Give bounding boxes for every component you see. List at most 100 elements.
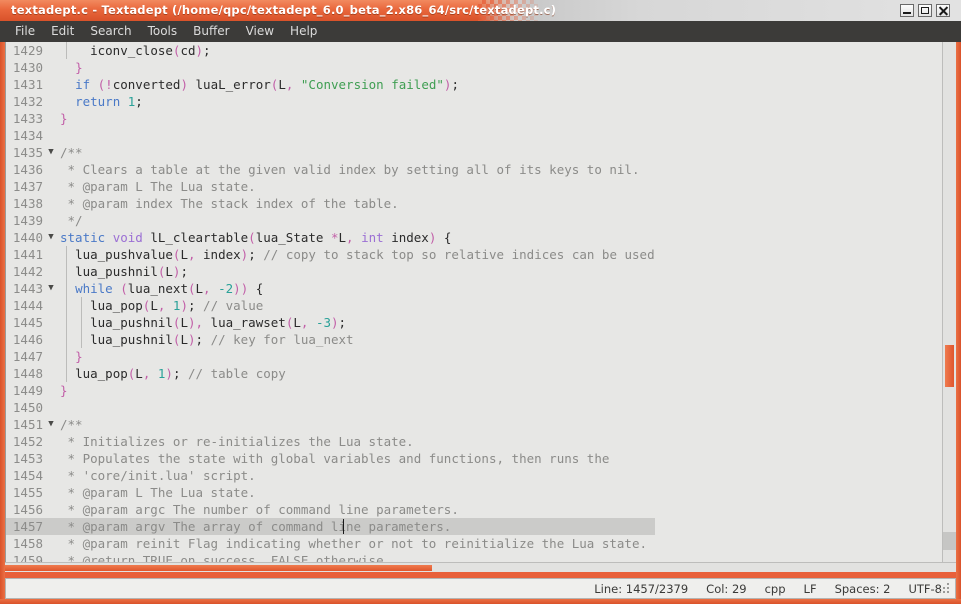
column-position: Col: 29 xyxy=(697,582,755,596)
menu-item-file[interactable]: File xyxy=(7,22,43,41)
code-text: } xyxy=(58,110,68,127)
maximize-button[interactable] xyxy=(918,4,932,17)
code-line[interactable]: 1439 */ xyxy=(6,212,655,229)
horizontal-scrollbar-thumb[interactable] xyxy=(5,565,432,571)
code-line[interactable]: 1456 * @param argc The number of command… xyxy=(6,501,655,518)
code-text: * @param argc The number of command line… xyxy=(58,501,459,518)
code-line[interactable]: 1447 } xyxy=(6,348,655,365)
menu-item-view[interactable]: View xyxy=(238,22,282,41)
minimize-button[interactable] xyxy=(900,4,914,17)
code-line[interactable]: 1440▼static void lL_cleartable(lua_State… xyxy=(6,229,655,246)
scrollbar-marker xyxy=(943,532,956,550)
code-line[interactable]: 1432 return 1; xyxy=(6,93,655,110)
resize-grip[interactable] xyxy=(939,583,953,597)
window-title: textadept.c - Textadept (/home/qpc/texta… xyxy=(11,3,556,17)
line-number: 1434 xyxy=(6,127,44,144)
code-text: } xyxy=(58,382,68,399)
vertical-scrollbar-thumb[interactable] xyxy=(945,345,954,387)
code-editor[interactable]: 1429 iconv_close(cd);1430 }1431 if (!con… xyxy=(5,42,956,572)
code-text: * @param index The stack index of the ta… xyxy=(58,195,399,212)
code-text: * 'core/init.lua' script. xyxy=(58,467,256,484)
code-text: iconv_close(cd); xyxy=(58,42,211,59)
code-lines-container: 1429 iconv_close(cd);1430 }1431 if (!con… xyxy=(6,42,655,572)
line-number: 1450 xyxy=(6,399,44,416)
code-line[interactable]: 1441 lua_pushvalue(L, index); // copy to… xyxy=(6,246,655,263)
code-line[interactable]: 1457 * @param argv The array of command … xyxy=(6,518,655,535)
vertical-scrollbar[interactable] xyxy=(942,42,956,572)
code-line[interactable]: 1438 * @param index The stack index of t… xyxy=(6,195,655,212)
line-number: 1449 xyxy=(6,382,44,399)
menu-item-help[interactable]: Help xyxy=(282,22,325,41)
line-number: 1447 xyxy=(6,348,44,365)
fold-arrow-icon[interactable]: ▼ xyxy=(44,229,58,246)
code-text: */ xyxy=(58,212,83,229)
line-number: 1452 xyxy=(6,433,44,450)
code-line[interactable]: 1458 * @param reinit Flag indicating whe… xyxy=(6,535,655,552)
line-number: 1451 xyxy=(6,416,44,433)
line-number: 1446 xyxy=(6,331,44,348)
code-line[interactable]: 1430 } xyxy=(6,59,655,76)
line-number: 1440 xyxy=(6,229,44,246)
code-line[interactable]: 1449} xyxy=(6,382,655,399)
code-text: lua_pushvalue(L, index); // copy to stac… xyxy=(58,246,655,263)
code-text: /** xyxy=(58,416,83,433)
code-text: * @param L The Lua state. xyxy=(58,178,256,195)
code-text: } xyxy=(58,348,83,365)
code-line[interactable]: 1451▼/** xyxy=(6,416,655,433)
fold-arrow-icon[interactable]: ▼ xyxy=(44,280,58,297)
indent-guide xyxy=(66,297,67,314)
indent-guide xyxy=(81,331,82,348)
code-line[interactable]: 1450 xyxy=(6,399,655,416)
menu-item-buffer[interactable]: Buffer xyxy=(185,22,237,41)
code-line[interactable]: 1452 * Initializes or re-initializes the… xyxy=(6,433,655,450)
line-number: 1456 xyxy=(6,501,44,518)
line-number: 1442 xyxy=(6,263,44,280)
line-number: 1453 xyxy=(6,450,44,467)
menu-item-edit[interactable]: Edit xyxy=(43,22,82,41)
code-line[interactable]: 1442 lua_pushnil(L); xyxy=(6,263,655,280)
code-line[interactable]: 1448 lua_pop(L, 1); // table copy xyxy=(6,365,655,382)
line-number: 1458 xyxy=(6,535,44,552)
close-button[interactable] xyxy=(936,4,950,17)
code-line[interactable]: 1436 * Clears a table at the given valid… xyxy=(6,161,655,178)
fold-arrow-icon[interactable]: ▼ xyxy=(44,416,58,433)
code-line[interactable]: 1446 lua_pushnil(L); // key for lua_next xyxy=(6,331,655,348)
window-border-right xyxy=(956,42,961,604)
line-number: 1431 xyxy=(6,76,44,93)
code-line[interactable]: 1437 * @param L The Lua state. xyxy=(6,178,655,195)
code-line[interactable]: 1445 lua_pushnil(L), lua_rawset(L, -3); xyxy=(6,314,655,331)
line-number: 1430 xyxy=(6,59,44,76)
status-bar: Line: 1457/2379Col: 29cppLFSpaces: 2UTF-… xyxy=(585,578,951,599)
code-line[interactable]: 1453 * Populates the state with global v… xyxy=(6,450,655,467)
code-line[interactable]: 1455 * @param L The Lua state. xyxy=(6,484,655,501)
code-line[interactable]: 1434 xyxy=(6,127,655,144)
fold-arrow-icon[interactable]: ▼ xyxy=(44,144,58,161)
code-line[interactable]: 1443▼ while (lua_next(L, -2)) { xyxy=(6,280,655,297)
code-text: if (!converted) luaL_error(L, "Conversio… xyxy=(58,76,459,93)
code-line[interactable]: 1454 * 'core/init.lua' script. xyxy=(6,467,655,484)
menu-item-search[interactable]: Search xyxy=(82,22,139,41)
code-text: lua_pushnil(L); // key for lua_next xyxy=(58,331,354,348)
code-line[interactable]: 1444 lua_pop(L, 1); // value xyxy=(6,297,655,314)
code-text: } xyxy=(58,59,83,76)
text-caret xyxy=(343,519,344,534)
title-bar[interactable]: textadept.c - Textadept (/home/qpc/texta… xyxy=(0,0,961,21)
indent-guide xyxy=(66,42,67,59)
application-window: textadept.c - Textadept (/home/qpc/texta… xyxy=(0,0,961,604)
menu-item-tools[interactable]: Tools xyxy=(140,22,186,41)
lexer-language: cpp xyxy=(756,582,795,596)
line-number: 1455 xyxy=(6,484,44,501)
line-number: 1448 xyxy=(6,365,44,382)
indent-guide xyxy=(81,297,82,314)
line-number: 1435 xyxy=(6,144,44,161)
code-text: lua_pop(L, 1); // table copy xyxy=(58,365,286,382)
code-line[interactable]: 1433} xyxy=(6,110,655,127)
code-line[interactable]: 1435▼/** xyxy=(6,144,655,161)
line-number: 1457 xyxy=(6,518,44,535)
code-line[interactable]: 1431 if (!converted) luaL_error(L, "Conv… xyxy=(6,76,655,93)
code-line[interactable]: 1429 iconv_close(cd); xyxy=(6,42,655,59)
line-number: 1432 xyxy=(6,93,44,110)
line-number: 1441 xyxy=(6,246,44,263)
window-border-bottom xyxy=(0,599,961,604)
horizontal-scrollbar[interactable] xyxy=(5,562,956,572)
